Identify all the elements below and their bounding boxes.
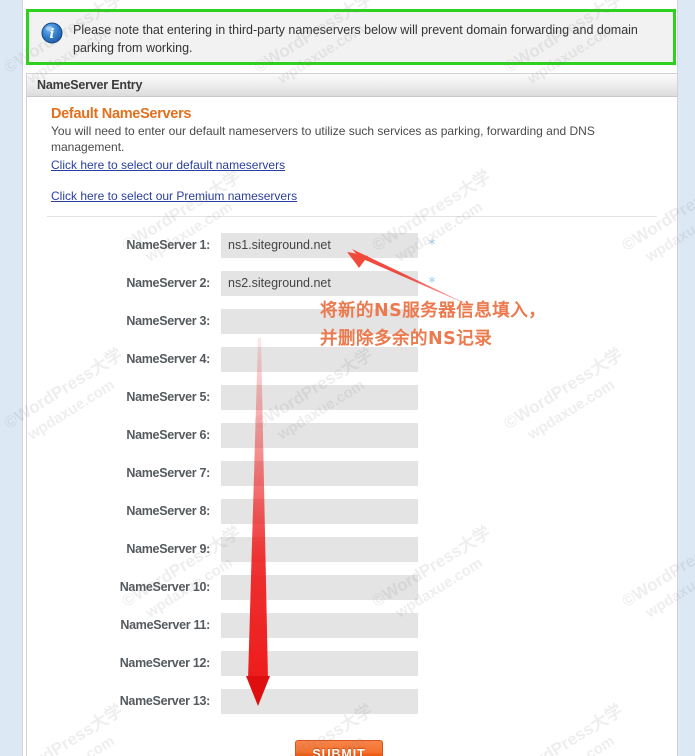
panel-header-title: NameServer Entry [27, 74, 677, 97]
nameserver-label: NameServer 9: [126, 542, 210, 557]
nameserver-input-7[interactable] [221, 460, 418, 486]
nameserver-row: NameServer 10: [39, 568, 665, 606]
nameserver-input-8[interactable] [221, 498, 418, 524]
nameserver-input-4[interactable] [221, 346, 418, 372]
nameserver-input-3[interactable] [221, 308, 418, 334]
notice-text: Please note that entering in third-party… [73, 23, 638, 56]
nameserver-input-10[interactable] [221, 574, 418, 600]
panel-body: Default NameServers You will need to ent… [27, 97, 677, 756]
nameserver-label: NameServer 2: [126, 276, 210, 291]
nameserver-row: NameServer 13: [39, 682, 665, 720]
nameserver-row: NameServer 2: * [39, 264, 665, 302]
nameserver-input-1[interactable] [221, 232, 418, 258]
screenshot-root: ©WordPress大学wpdaxue.com ©WordPress大学wpdax… [0, 0, 695, 756]
nameserver-label: NameServer 10: [119, 580, 211, 595]
nameserver-input-13[interactable] [221, 688, 418, 714]
nameserver-label: NameServer 8: [126, 504, 210, 519]
nameserver-label: NameServer 6: [126, 428, 210, 443]
nameserver-row: NameServer 4: [39, 340, 665, 378]
section-divider [47, 216, 657, 218]
default-nameservers-link[interactable]: Click here to select our default nameser… [51, 158, 285, 172]
nameserver-label: NameServer 1: [126, 238, 210, 253]
section-description: You will need to enter our default names… [51, 124, 595, 154]
nameserver-label: NameServer 7: [126, 466, 210, 481]
nameserver-entry-panel: NameServer Entry Default NameServers You… [26, 73, 678, 756]
section-title: Default NameServers [51, 106, 192, 122]
watermark: ©WordPress大学wpdaxue.com [0, 522, 6, 631]
nameserver-row: NameServer 3: [39, 302, 665, 340]
required-asterisk: * [428, 275, 436, 292]
third-party-nameserver-notice: i Please note that entering in third-par… [26, 9, 676, 65]
nameserver-input-6[interactable] [221, 422, 418, 448]
nameserver-label: NameServer 5: [126, 390, 210, 405]
watermark: ©WordPress大学wpdaxue.com [0, 166, 6, 275]
nameserver-input-12[interactable] [221, 650, 418, 676]
svg-text:i: i [50, 27, 55, 42]
nameserver-input-2[interactable] [221, 270, 418, 296]
watermark-line-2: wpdaxue.com [0, 541, 6, 630]
nameserver-row: NameServer 6: [39, 416, 665, 454]
nameserver-input-5[interactable] [221, 384, 418, 410]
watermark-line-2: wpdaxue.com [0, 185, 6, 274]
nameserver-input-11[interactable] [221, 612, 418, 638]
nameserver-label: NameServer 3: [126, 314, 210, 329]
info-icon: i [41, 22, 63, 44]
required-asterisk: * [428, 237, 436, 254]
nameserver-row: NameServer 12: [39, 644, 665, 682]
nameserver-input-9[interactable] [221, 536, 418, 562]
nameserver-row: NameServer 7: [39, 454, 665, 492]
nameserver-label: NameServer 12: [119, 656, 211, 671]
submit-row: SUBMIT [13, 728, 665, 756]
nameserver-rows: NameServer 1: * NameServer 2: * NameServer 3… [39, 226, 665, 728]
nameserver-row: NameServer 5: [39, 378, 665, 416]
nameserver-label: NameServer 13: [119, 694, 211, 709]
submit-button[interactable]: SUBMIT [295, 740, 383, 756]
nameserver-label: NameServer 4: [126, 352, 210, 367]
premium-nameservers-link[interactable]: Click here to select our Premium nameser… [51, 189, 297, 203]
nameserver-row: NameServer 8: [39, 492, 665, 530]
nameserver-row: NameServer 9: [39, 530, 665, 568]
nameserver-label: NameServer 11: [120, 618, 210, 633]
nameserver-row: NameServer 1: * [39, 226, 665, 264]
nameserver-row: NameServer 11: [39, 606, 665, 644]
